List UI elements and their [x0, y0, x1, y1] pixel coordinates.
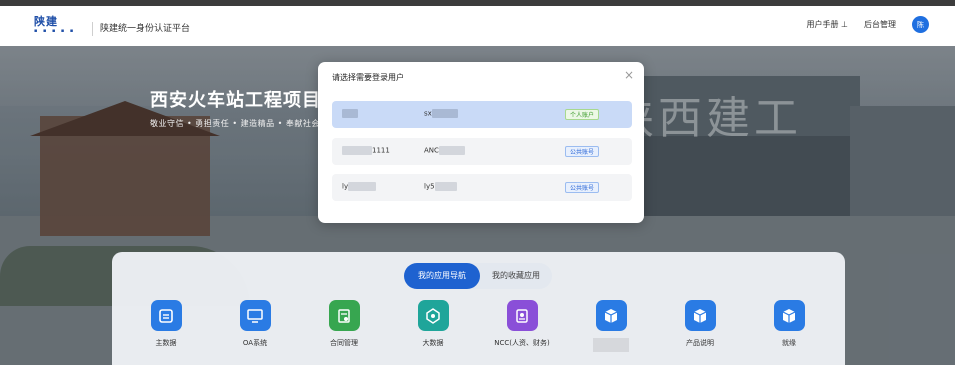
redacted-code — [431, 109, 458, 118]
app-tile[interactable]: 主数据 — [131, 300, 201, 348]
account-row[interactable]: sx 个人账户 — [332, 101, 632, 128]
app-label: NCC(人资、财务) — [494, 339, 550, 347]
header: 陕建 ▪ ▪ ▪ ▪ ▪ 陕建统一身份认证平台 用户手册 ⊥ 后台管理 陈 — [0, 6, 955, 46]
box-icon — [684, 300, 716, 331]
account-name: ly — [342, 182, 377, 191]
account-row[interactable]: 1111 ANC 公共账号 — [332, 138, 632, 165]
account-code: ANC — [424, 146, 465, 155]
app-label: 主数据 — [155, 339, 177, 347]
app-label: 大数据 — [422, 339, 444, 347]
app-label: 就缘 — [782, 339, 796, 347]
app-tile[interactable]: OA系统 — [220, 300, 290, 348]
app-title: 陕建统一身份认证平台 — [100, 24, 191, 34]
redacted-code — [438, 146, 465, 155]
ncc-icon — [506, 300, 538, 331]
app-tabs: 我的应用导航 我的收藏应用 — [404, 263, 552, 289]
app-label: 产品说明 — [686, 339, 714, 347]
modal-title: 请选择需要登录用户 — [332, 73, 404, 82]
close-icon[interactable]: × — [624, 68, 634, 82]
user-manual-link[interactable]: 用户手册 ⊥ — [806, 19, 848, 30]
admin-link[interactable]: 后台管理 — [864, 19, 896, 30]
box-icon — [773, 300, 805, 331]
contract-icon — [328, 300, 360, 331]
app-tile[interactable] — [576, 300, 646, 352]
account-type-badge: 公共账号 — [564, 182, 599, 193]
redacted-name — [348, 182, 377, 191]
app-label: 合同管理 — [330, 339, 358, 347]
tab-favorite-apps[interactable]: 我的收藏应用 — [480, 263, 552, 289]
account-code: sx — [424, 109, 458, 118]
redacted-name — [342, 146, 372, 155]
account-code-text: ly5 — [424, 182, 435, 191]
logo-subtext: ▪ ▪ ▪ ▪ ▪ — [34, 28, 76, 34]
account-name-text: 1111 — [372, 146, 390, 155]
app-tile[interactable]: 合同管理 — [309, 300, 379, 348]
user-manual-label: 用户手册 — [806, 20, 839, 29]
header-actions: 用户手册 ⊥ 后台管理 陈 — [806, 16, 929, 33]
company-logo[interactable]: 陕建 ▪ ▪ ▪ ▪ ▪ — [34, 16, 86, 38]
account-type-badge: 公共账号 — [564, 146, 599, 157]
app-tile[interactable]: NCC(人资、财务) — [487, 300, 557, 348]
account-code-text: ANC — [424, 146, 439, 155]
redacted-label — [593, 338, 629, 352]
account-name — [342, 109, 358, 118]
banner-subtitle: 敬业守信 • 勇担责任 • 建造精品 • 奉献社会 — [150, 119, 320, 128]
app-label: OA系统 — [242, 339, 268, 347]
redacted-name — [342, 109, 358, 118]
upload-icon: ⊥ — [841, 20, 848, 29]
box-icon — [595, 300, 627, 331]
app-tile[interactable]: 大数据 — [398, 300, 468, 348]
header-divider — [92, 22, 93, 36]
account-code: ly5 — [424, 182, 457, 191]
app-tile[interactable]: 产品说明 — [665, 300, 735, 348]
bigdata-icon — [417, 300, 449, 331]
app-tile[interactable]: 就缘 — [754, 300, 824, 348]
logo-text: 陕建 — [34, 15, 58, 28]
account-select-modal: 请选择需要登录用户 × sx 个人账户 1111 ANC 公共账号 ly ly5… — [318, 62, 644, 223]
oa-icon — [239, 300, 271, 331]
account-type-badge: 个人账户 — [564, 109, 599, 120]
account-code-text: sx — [424, 109, 432, 118]
account-row[interactable]: ly ly5 公共账号 — [332, 174, 632, 201]
redacted-code — [434, 182, 457, 191]
app-grid: 主数据 OA系统 合同管理 大数据 NCC(人资、财务) 产品说明 就缘 — [112, 300, 845, 360]
database-icon — [150, 300, 182, 331]
app-label — [576, 338, 646, 352]
account-name: 1111 — [342, 146, 390, 155]
avatar[interactable]: 陈 — [912, 16, 929, 33]
tab-my-apps[interactable]: 我的应用导航 — [404, 263, 480, 289]
banner-title: 西安火车站工程项目 — [150, 90, 321, 111]
app-panel: 我的应用导航 我的收藏应用 主数据 OA系统 合同管理 大数据 NCC(人资、财… — [112, 252, 845, 365]
